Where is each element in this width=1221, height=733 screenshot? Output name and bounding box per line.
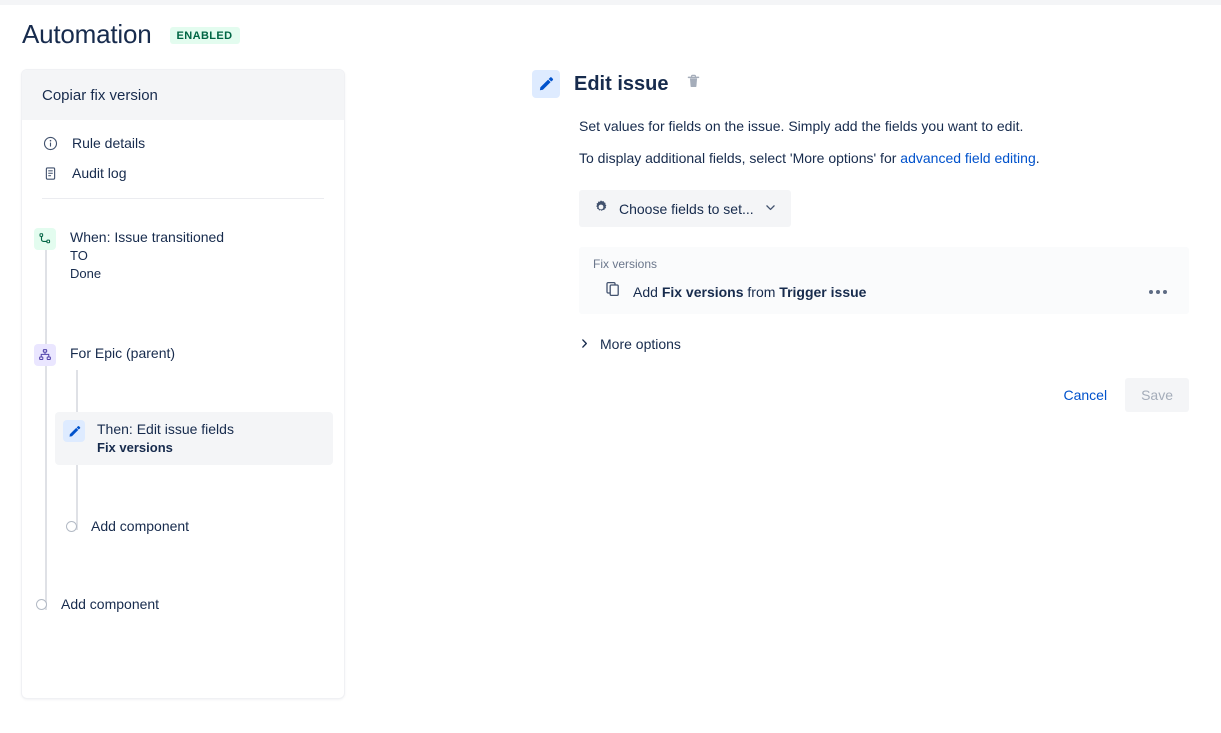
ellipsis-icon — [1156, 289, 1160, 294]
description-suffix: . — [1035, 150, 1040, 166]
info-icon — [42, 135, 58, 151]
tree-item-sub-to: TO — [70, 248, 88, 263]
chevron-down-icon — [764, 201, 777, 217]
tree-item-trigger[interactable]: When: Issue transitioned TO Done — [34, 222, 236, 289]
automation-page: Automation ENABLED Copiar fix version Ru… — [0, 0, 1221, 733]
detail-title: Edit issue — [574, 72, 669, 95]
value-field-name: Fix versions — [661, 283, 744, 300]
trash-icon — [686, 74, 701, 94]
value-mid: from — [743, 283, 780, 300]
add-component-nested-button[interactable]: Add component — [66, 518, 189, 534]
document-icon — [42, 165, 58, 181]
cancel-button[interactable]: Cancel — [1053, 379, 1117, 411]
rule-nav: Rule details Audit log — [22, 120, 344, 188]
tree-item-sub-field: Fix versions — [97, 440, 173, 455]
detail-description-2: To display additional fields, select 'Mo… — [579, 148, 1192, 168]
choose-fields-button[interactable]: Choose fields to set... — [579, 190, 791, 227]
form-actions: Cancel Save — [579, 378, 1189, 412]
copy-icon — [605, 281, 621, 302]
detail-header: Edit issue — [532, 70, 1192, 98]
more-options-label: More options — [600, 336, 681, 352]
page-title: Automation — [22, 19, 152, 49]
sidebar-item-rule-details[interactable]: Rule details — [22, 128, 344, 158]
tree-item-action-selected[interactable]: Then: Edit issue fields Fix versions — [55, 412, 333, 465]
delete-action-button[interactable] — [686, 74, 701, 94]
hierarchy-icon — [34, 344, 56, 366]
save-button[interactable]: Save — [1125, 378, 1189, 412]
choose-fields-label: Choose fields to set... — [619, 200, 754, 217]
sidebar-item-label: Rule details — [72, 135, 146, 151]
tree-item-title: Then: Edit issue fields — [97, 421, 234, 437]
rule-card-header: Copiar fix version — [22, 70, 344, 120]
tree-item-branch[interactable]: For Epic (parent) — [34, 338, 187, 372]
circle-icon — [66, 520, 77, 532]
page-header: Automation ENABLED — [22, 18, 240, 50]
more-options-toggle[interactable]: More options — [579, 336, 681, 352]
field-value-text: Add Fix versions from Trigger issue — [633, 284, 866, 300]
value-source: Trigger issue — [779, 283, 867, 300]
description-prefix: To display additional fields, select 'Mo… — [579, 150, 901, 166]
add-component-label: Add component — [61, 596, 160, 612]
add-component-root-button[interactable]: Add component — [36, 596, 159, 612]
ellipsis-icon — [1163, 289, 1167, 294]
pencil-icon — [63, 420, 85, 442]
detail-description-1: Set values for fields on the issue. Simp… — [579, 118, 1024, 134]
add-component-label: Add component — [91, 518, 190, 534]
sidebar-item-audit-log[interactable]: Audit log — [22, 158, 344, 188]
tree-item-title: When: Issue transitioned — [70, 229, 225, 245]
advanced-field-editing-link[interactable]: advanced field editing — [900, 150, 1035, 166]
detail-panel: Edit issue Set values for fields on the … — [532, 70, 1192, 412]
gear-icon — [593, 199, 609, 218]
tree-connector-root — [45, 250, 47, 610]
circle-icon — [36, 598, 47, 610]
field-row-menu-button[interactable] — [1141, 284, 1175, 300]
ellipsis-icon — [1149, 289, 1153, 294]
pencil-icon — [532, 70, 560, 98]
sidebar-item-label: Audit log — [72, 165, 127, 181]
rule-tree — [22, 199, 344, 215]
status-badge: ENABLED — [169, 27, 240, 44]
tree-item-sub-status: Done — [70, 266, 102, 281]
chevron-right-icon — [579, 336, 590, 352]
transition-icon — [34, 228, 56, 250]
value-prefix: Add — [633, 283, 662, 300]
field-label: Fix versions — [593, 257, 658, 271]
tree-item-title: For Epic (parent) — [70, 345, 176, 361]
field-value-row[interactable]: Add Fix versions from Trigger issue — [593, 281, 1175, 302]
rule-name: Copiar fix version — [42, 86, 158, 104]
fix-versions-field-panel: Fix versions Add Fix versions from Trigg… — [579, 247, 1189, 314]
